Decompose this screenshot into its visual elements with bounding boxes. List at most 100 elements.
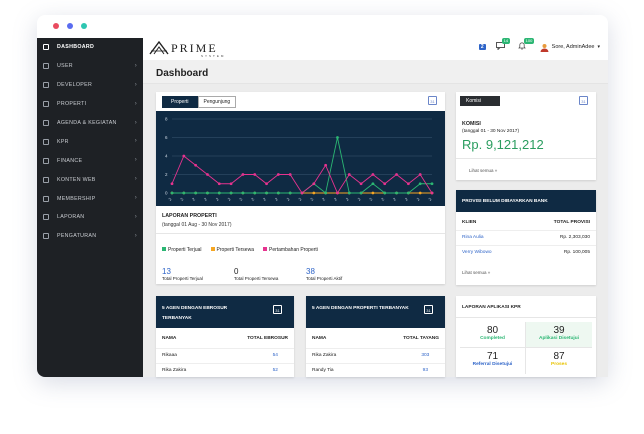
sidebar-item-label: KPR [57, 138, 69, 145]
pertambahan-point [229, 182, 233, 186]
finance-icon [43, 157, 49, 164]
sidebar-item-label: FINANCE [57, 157, 83, 164]
kpr-grid: 80 Completed 39 Aplikasi Disetujui 71 Referra… [456, 318, 596, 378]
chevron-right-icon: › [134, 100, 137, 107]
kpr-stat-value: 71 [486, 351, 499, 362]
x-tick-label: 2 [297, 196, 303, 202]
table-header: KLIEN TOTAL PROVISI [456, 215, 596, 230]
agent-value[interactable]: 52 [203, 363, 295, 378]
x-tick-label: 2 [333, 196, 339, 202]
pertambahan-point [206, 173, 209, 176]
kpr-stat[interactable]: 39 Aplikasi Disetujui [526, 322, 592, 348]
notifications-button[interactable]: 100 [517, 38, 535, 52]
agent-name: Randy Tia [312, 368, 334, 374]
provisi-title: PROVISI BELUM DIBAYARKAN BANK [456, 190, 596, 212]
sidebar-item-membership[interactable]: MEMBERSHIP › [37, 189, 143, 208]
kpr-card: LAPORAN APLIKASI KPR 80 Completed 39 Aplika… [456, 296, 596, 377]
col-total-ebrosur: TOTAL EBROSUR [247, 335, 288, 341]
stat-aktif-value: 38 [306, 267, 315, 276]
x-tick-label: 2 [345, 196, 351, 202]
y-tick-label: 4 [165, 154, 168, 159]
close-dot[interactable] [53, 23, 59, 29]
terjual-point [182, 191, 186, 195]
sidebar-item-laporan[interactable]: LAPORAN › [37, 208, 143, 227]
messages-button[interactable]: 14 [495, 38, 511, 52]
agent-value[interactable]: 93 [352, 363, 445, 378]
user-icon [43, 63, 49, 70]
sidebar-item-label: AGENDA & KEGIATAN [57, 120, 117, 126]
kpr-stat[interactable]: 87 Proses [526, 348, 592, 374]
sidebar-item-konten-web[interactable]: KONTEN WEB › [37, 170, 143, 189]
table-row[interactable]: Verry Wibowo Rp. 100,005 [456, 245, 596, 260]
agen-calendar-day: 31 [275, 308, 280, 313]
x-tick-label: 2 [262, 196, 268, 202]
terjual-point [194, 191, 198, 195]
sidebar-item-finance[interactable]: FINANCE › [37, 151, 143, 170]
pertambahan-point [194, 163, 198, 167]
properti-calendar-day: 31 [426, 308, 431, 313]
table-row[interactable]: Rina Aulia Rp. 2,303,030 [456, 230, 596, 245]
logo[interactable]: PRIME [149, 41, 218, 55]
content-area: Properti Pengunjung 31 02468222222222222… [143, 84, 608, 377]
maximize-dot[interactable] [81, 23, 87, 29]
tab-properti[interactable]: Properti [162, 96, 198, 108]
stat-terjual: 13 Total Properti Terjual [162, 267, 234, 281]
client-name[interactable]: Rina Aulia [456, 230, 521, 245]
agent-value[interactable]: 54 [203, 348, 295, 363]
client-name[interactable]: Verry Wibowo [456, 245, 521, 260]
agen-properti-header: 5 AGEN DENGAN PROPERTI TERBANYAK 31 [306, 296, 445, 328]
x-tick-label: 2 [215, 196, 221, 202]
sidebar-item-developer[interactable]: DEVELOPER › [37, 76, 143, 95]
tersewa-point [418, 191, 422, 195]
chart-subtitle: (tanggal 01 Aug - 30 Nov 2017) [162, 222, 232, 228]
x-tick-label: 2 [191, 196, 197, 202]
kpr-stat-label: Completed [480, 336, 505, 341]
terjual-point [371, 182, 375, 186]
table-row[interactable]: Rikaaa 54 [156, 348, 294, 363]
minimize-dot[interactable] [67, 23, 73, 29]
sidebar-item-agenda-kegiatan[interactable]: AGENDA & KEGIATAN › [37, 114, 143, 133]
x-tick-label: 2 [392, 196, 398, 202]
provisi-see-all-link[interactable]: Lihat semua » [462, 270, 490, 275]
komisi-see-all-link[interactable]: Lihat semua » [469, 168, 497, 173]
legend-tersewa: Properti Tersewa [210, 247, 254, 253]
x-tick-label: 2 [274, 196, 280, 202]
table-row[interactable]: Rika Zakira 303 [306, 348, 445, 363]
kpr-stat-label: Referral Disetujui [472, 362, 513, 367]
sidebar-item-label: MEMBERSHIP [57, 195, 96, 202]
kpr-stat[interactable]: 71 Referral Disetujui [460, 348, 526, 374]
kpr-stat-value: 39 [553, 325, 565, 336]
agent-value[interactable]: 303 [352, 348, 445, 363]
table-row[interactable]: Randy Tia 93 [306, 363, 445, 378]
stat-aktif-label: Total Properti Aktif [306, 276, 343, 281]
x-tick-label: 2 [238, 196, 244, 202]
kpr-stat[interactable]: 80 Completed [460, 322, 526, 348]
sidebar-item-user[interactable]: USER › [37, 57, 143, 76]
x-tick-label: 2 [321, 196, 327, 202]
komisi-calendar-icon[interactable]: 31 [579, 96, 588, 105]
col-klien: KLIEN [462, 219, 477, 225]
agen-calendar-icon[interactable]: 31 [273, 305, 282, 314]
user-menu[interactable]: Sore, AdminAdee ▾ [540, 43, 600, 52]
sidebar-item-pengaturan[interactable]: PENGATURAN › [37, 227, 143, 246]
komisi-label: KOMISI [462, 121, 481, 127]
sidebar-item-dashboard[interactable]: DASHBOARD [37, 38, 143, 57]
komisi-tab[interactable]: Komisi [460, 96, 500, 106]
calendar-icon[interactable]: 31 [428, 96, 437, 105]
page-header: Dashboard [143, 60, 608, 84]
stat-terjual-value: 13 [162, 267, 171, 276]
agen-properti-title: 5 AGEN DENGAN PROPERTI TERBANYAK [312, 306, 409, 311]
komisi-subtitle: (tanggal 01 - 30 Nov 2017) [462, 129, 520, 134]
language-button[interactable]: 2 [478, 44, 486, 50]
agen-ebrosur-table: NAMA TOTAL EBROSUR Rikaaa 54 Rika Zakira 52 [156, 329, 294, 378]
tab-pengunjung[interactable]: Pengunjung [197, 96, 237, 108]
properti-calendar-icon[interactable]: 31 [424, 305, 433, 314]
sidebar-item-kpr[interactable]: KPR › [37, 132, 143, 151]
logo-subtext: SYSTEM [201, 54, 226, 58]
sidebar-item-properti[interactable]: PROPERTI › [37, 95, 143, 114]
table-row[interactable]: Rika Zakira 52 [156, 363, 294, 378]
sidebar-item-label: DASHBOARD [57, 44, 95, 51]
terjual-point [170, 191, 174, 195]
agen-properti-card: 5 AGEN DENGAN PROPERTI TERBANYAK 31 NAMA… [306, 296, 445, 377]
pertambahan-point [347, 173, 351, 176]
